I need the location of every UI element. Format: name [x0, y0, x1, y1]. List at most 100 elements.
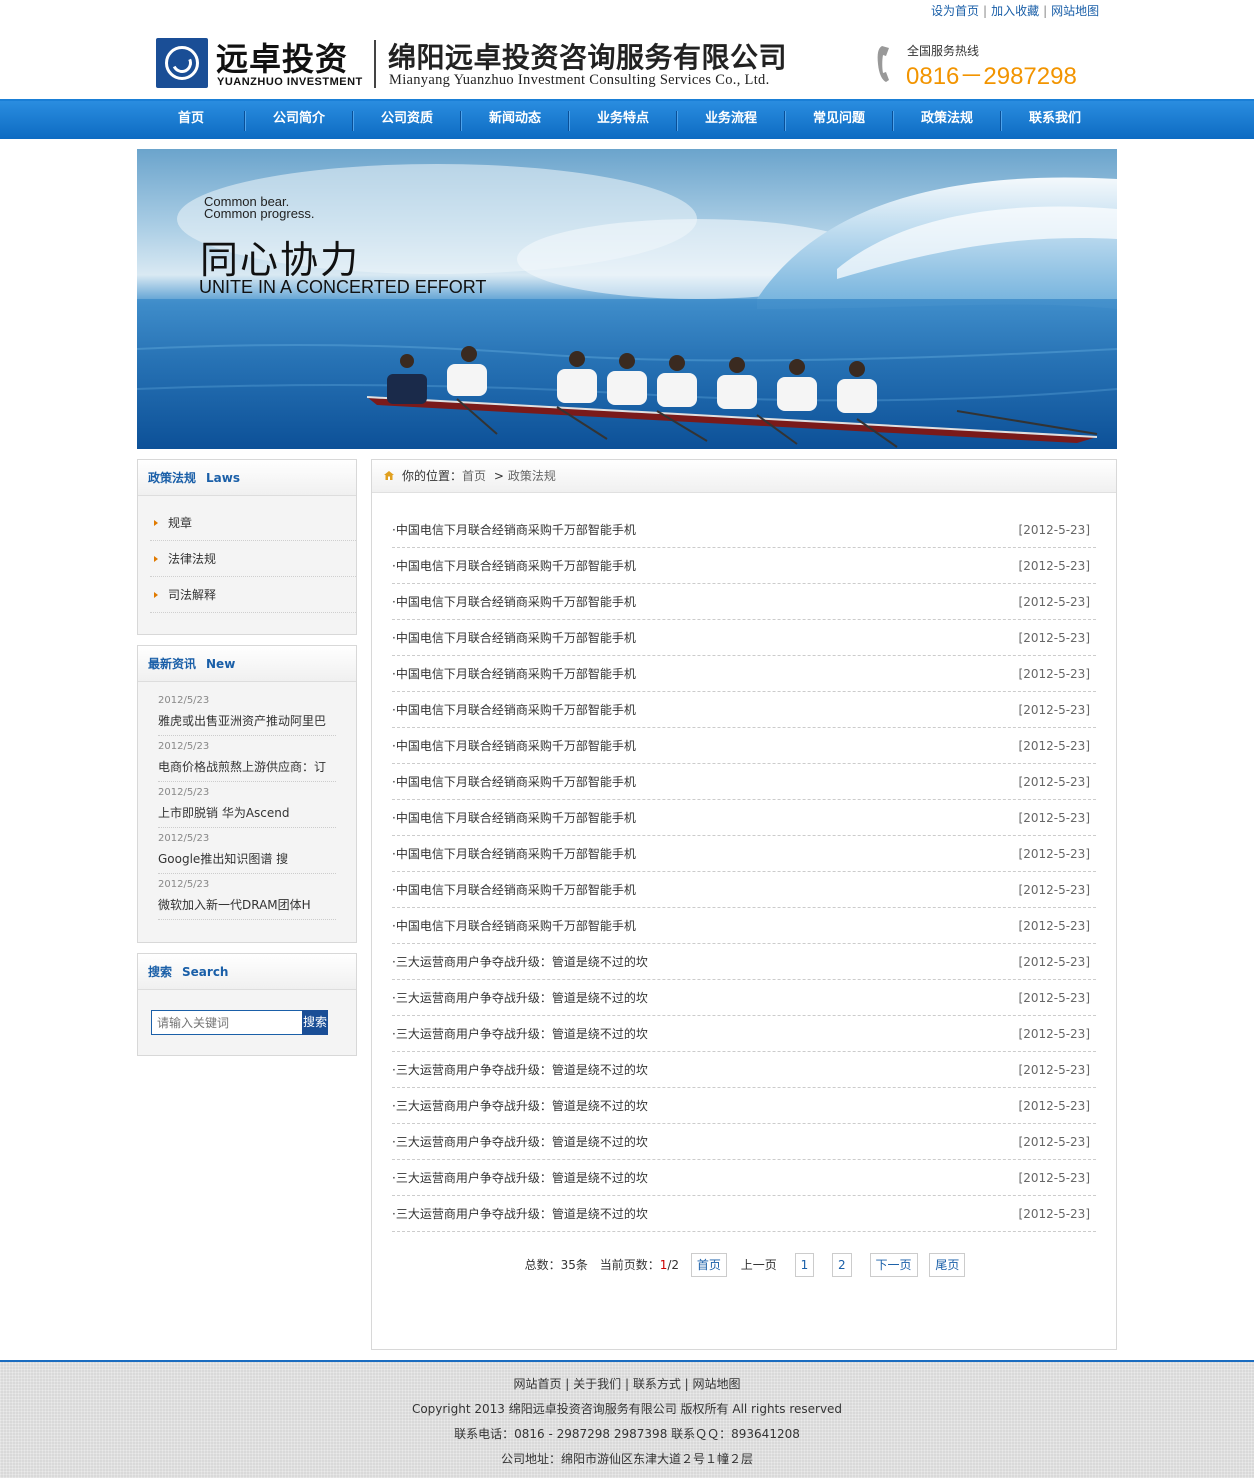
- article-row[interactable]: ·中国电信下月联合经销商采购千万部智能手机 [2012-5-23]: [392, 512, 1096, 548]
- news-title-link[interactable]: 电商价格战煎熬上游供应商：订: [158, 752, 336, 775]
- nav-item-qualification[interactable]: 公司资质: [353, 101, 461, 139]
- footer-links[interactable]: 网站首页 | 关于我们 | 联系方式 | 网站地图: [0, 1372, 1254, 1397]
- pager-next-button[interactable]: 下一页: [869, 1253, 918, 1277]
- news-item[interactable]: 2012/5/23 微软加入新一代DRAM团体H: [158, 874, 336, 920]
- breadcrumb-label: 你的位置：: [402, 469, 463, 483]
- article-title-link[interactable]: ·三大运营商用户争夺战升级：管道是绕不过的坎: [392, 1052, 648, 1088]
- logo-text-cn: 远卓投资: [216, 40, 349, 78]
- article-title-link[interactable]: ·三大运营商用户争夺战升级：管道是绕不过的坎: [392, 1088, 648, 1124]
- article-title-link[interactable]: ·三大运营商用户争夺战升级：管道是绕不过的坎: [392, 944, 648, 980]
- article-title-link[interactable]: ·中国电信下月联合经销商采购千万部智能手机: [392, 620, 636, 656]
- nav-item-about[interactable]: 公司简介: [245, 101, 353, 139]
- laws-item-laws[interactable]: 法律法规: [150, 541, 356, 577]
- news-date: 2012/5/23: [158, 833, 210, 844]
- news-title-link[interactable]: 微软加入新一代DRAM团体H: [158, 890, 336, 913]
- article-row[interactable]: ·中国电信下月联合经销商采购千万部智能手机 [2012-5-23]: [392, 620, 1096, 656]
- pager-page-1[interactable]: 1: [794, 1253, 815, 1277]
- nav-item-contact[interactable]: 联系我们: [1001, 101, 1109, 139]
- article-row[interactable]: ·中国电信下月联合经销商采购千万部智能手机 [2012-5-23]: [392, 764, 1096, 800]
- article-title-link[interactable]: ·三大运营商用户争夺战升级：管道是绕不过的坎: [392, 1160, 648, 1196]
- separator: |: [1043, 4, 1048, 18]
- article-title-link[interactable]: ·中国电信下月联合经销商采购千万部智能手机: [392, 584, 636, 620]
- article-title-link[interactable]: ·中国电信下月联合经销商采购千万部智能手机: [392, 656, 636, 692]
- article-title-link[interactable]: ·中国电信下月联合经销商采购千万部智能手机: [392, 908, 636, 944]
- news-title-link[interactable]: Google推出知识图谱 搜: [158, 844, 336, 867]
- article-date: [2012-5-23]: [1018, 1135, 1090, 1149]
- news-item[interactable]: 2012/5/23 上市即脱销 华为Ascend: [158, 782, 336, 828]
- news-item[interactable]: 2012/5/23 雅虎或出售亚洲资产推动阿里巴: [158, 690, 336, 736]
- pager-last-button[interactable]: 尾页: [929, 1253, 966, 1277]
- breadcrumb-separator: >: [493, 469, 504, 483]
- article-title-link[interactable]: ·三大运营商用户争夺战升级：管道是绕不过的坎: [392, 1124, 648, 1160]
- article-row[interactable]: ·三大运营商用户争夺战升级：管道是绕不过的坎 [2012-5-23]: [392, 1124, 1096, 1160]
- article-title-link[interactable]: ·中国电信下月联合经销商采购千万部智能手机: [392, 764, 636, 800]
- nav-item-faq[interactable]: 常见问题: [785, 101, 893, 139]
- article-row[interactable]: ·三大运营商用户争夺战升级：管道是绕不过的坎 [2012-5-23]: [392, 1016, 1096, 1052]
- search-title: 搜索: [148, 965, 173, 979]
- article-title-link[interactable]: ·中国电信下月联合经销商采购千万部智能手机: [392, 800, 636, 836]
- article-row[interactable]: ·三大运营商用户争夺战升级：管道是绕不过的坎 [2012-5-23]: [392, 1160, 1096, 1196]
- article-row[interactable]: ·中国电信下月联合经销商采购千万部智能手机 [2012-5-23]: [392, 692, 1096, 728]
- article-title-link[interactable]: ·三大运营商用户争夺战升级：管道是绕不过的坎: [392, 980, 648, 1016]
- logo-icon[interactable]: [156, 38, 208, 88]
- laws-title: 政策法规: [148, 471, 197, 485]
- breadcrumb-home-link[interactable]: 首页: [462, 469, 486, 483]
- article-date: [2012-5-23]: [1018, 1027, 1090, 1041]
- article-row[interactable]: ·中国电信下月联合经销商采购千万部智能手机 [2012-5-23]: [392, 584, 1096, 620]
- article-row[interactable]: ·中国电信下月联合经销商采购千万部智能手机 [2012-5-23]: [392, 872, 1096, 908]
- article-date: [2012-5-23]: [1018, 883, 1090, 897]
- laws-box: 政策法规 Laws 规章 法律法规 司法解释: [137, 459, 357, 635]
- pager-first-button[interactable]: 首页: [690, 1253, 727, 1277]
- pager-prev-button[interactable]: 上一页: [741, 1258, 777, 1272]
- set-homepage-link[interactable]: 设为首页: [931, 4, 979, 18]
- article-title-link[interactable]: ·中国电信下月联合经销商采购千万部智能手机: [392, 836, 636, 872]
- news-title-link[interactable]: 雅虎或出售亚洲资产推动阿里巴: [158, 706, 336, 729]
- news-item[interactable]: 2012/5/23 电商价格战煎熬上游供应商：订: [158, 736, 336, 782]
- article-title-link[interactable]: ·中国电信下月联合经销商采购千万部智能手机: [392, 872, 636, 908]
- hotline-number: 0816－2987298: [906, 63, 1077, 90]
- article-row[interactable]: ·中国电信下月联合经销商采购千万部智能手机 [2012-5-23]: [392, 800, 1096, 836]
- news-item[interactable]: 2012/5/23 Google推出知识图谱 搜: [158, 828, 336, 874]
- article-row[interactable]: ·中国电信下月联合经销商采购千万部智能手机 [2012-5-23]: [392, 548, 1096, 584]
- article-row[interactable]: ·中国电信下月联合经销商采购千万部智能手机 [2012-5-23]: [392, 836, 1096, 872]
- banner-line-2: Common progress.: [204, 206, 315, 221]
- news-date: 2012/5/23: [158, 879, 210, 890]
- article-date: [2012-5-23]: [1018, 1171, 1090, 1185]
- logo-text-en: YUANZHUO INVESTMENT: [217, 76, 363, 88]
- nav-item-process[interactable]: 业务流程: [677, 101, 785, 139]
- search-input[interactable]: [151, 1010, 303, 1035]
- news-title-en: New: [206, 657, 236, 671]
- laws-item-judicial[interactable]: 司法解释: [150, 577, 356, 613]
- breadcrumb-current: 政策法规: [507, 469, 556, 483]
- news-title: 最新资讯: [148, 657, 197, 671]
- article-title-link[interactable]: ·中国电信下月联合经销商采购千万部智能手机: [392, 548, 636, 584]
- article-title-link[interactable]: ·中国电信下月联合经销商采购千万部智能手机: [392, 512, 636, 548]
- footer-copyright: Copyright 2013 绵阳远卓投资咨询服务有限公司 版权所有 All r…: [411, 1402, 843, 1416]
- article-row[interactable]: ·中国电信下月联合经销商采购千万部智能手机 [2012-5-23]: [392, 728, 1096, 764]
- article-title-link[interactable]: ·三大运营商用户争夺战升级：管道是绕不过的坎: [392, 1196, 648, 1232]
- pager-page-2[interactable]: 2: [832, 1253, 852, 1277]
- article-row[interactable]: ·三大运营商用户争夺战升级：管道是绕不过的坎 [2012-5-23]: [392, 1052, 1096, 1088]
- article-title-link[interactable]: ·三大运营商用户争夺战升级：管道是绕不过的坎: [392, 1016, 648, 1052]
- article-date: [2012-5-23]: [1018, 667, 1090, 681]
- article-row[interactable]: ·三大运营商用户争夺战升级：管道是绕不过的坎 [2012-5-23]: [392, 980, 1096, 1016]
- laws-title-en: Laws: [206, 471, 240, 485]
- article-row[interactable]: ·三大运营商用户争夺战升级：管道是绕不过的坎 [2012-5-23]: [392, 1088, 1096, 1124]
- search-button[interactable]: 搜索: [302, 1010, 328, 1035]
- add-favorite-link[interactable]: 加入收藏: [991, 4, 1039, 18]
- search-form: 搜索: [138, 990, 356, 1055]
- nav-item-home[interactable]: 首页: [137, 101, 245, 139]
- news-title-link[interactable]: 上市即脱销 华为Ascend: [158, 798, 336, 821]
- laws-item-regulations[interactable]: 规章: [150, 505, 356, 541]
- nav-item-policy[interactable]: 政策法规: [893, 101, 1001, 139]
- article-date: [2012-5-23]: [1018, 1099, 1090, 1113]
- article-row[interactable]: ·三大运营商用户争夺战升级：管道是绕不过的坎 [2012-5-23]: [392, 1196, 1096, 1232]
- article-row[interactable]: ·中国电信下月联合经销商采购千万部智能手机 [2012-5-23]: [392, 908, 1096, 944]
- sitemap-link[interactable]: 网站地图: [1051, 4, 1099, 18]
- nav-item-news[interactable]: 新闻动态: [461, 101, 569, 139]
- article-title-link[interactable]: ·中国电信下月联合经销商采购千万部智能手机: [392, 728, 636, 764]
- article-row[interactable]: ·三大运营商用户争夺战升级：管道是绕不过的坎 [2012-5-23]: [392, 944, 1096, 980]
- nav-item-features[interactable]: 业务特点: [569, 101, 677, 139]
- article-title-link[interactable]: ·中国电信下月联合经销商采购千万部智能手机: [392, 692, 636, 728]
- article-row[interactable]: ·中国电信下月联合经销商采购千万部智能手机 [2012-5-23]: [392, 656, 1096, 692]
